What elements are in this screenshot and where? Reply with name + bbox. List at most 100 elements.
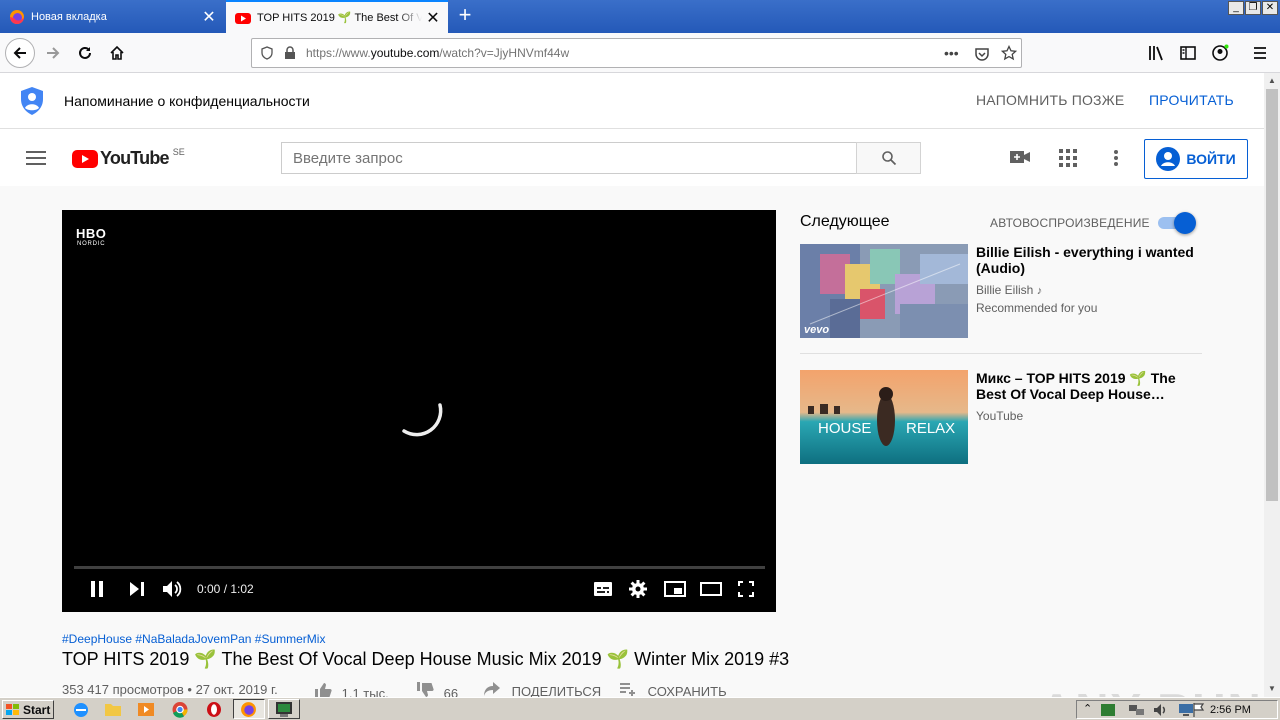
loading-spinner-icon	[402, 403, 443, 437]
chrome-icon[interactable]	[171, 701, 189, 718]
playlist-add-icon	[620, 683, 635, 696]
url-text: https://www.youtube.com/watch?v=JjyHNVmf…	[306, 46, 570, 60]
arrow-left-icon	[13, 47, 26, 59]
scroll-up-icon[interactable]: ▲	[1264, 73, 1280, 89]
video-hashtags[interactable]: #DeepHouse #NaBaladaJovemPan #SummerMix	[62, 632, 325, 646]
create-video-icon[interactable]	[1010, 150, 1030, 164]
video-thumbnail[interactable]: vevo	[800, 244, 968, 338]
forward-button[interactable]	[38, 38, 68, 68]
close-window-button[interactable]: ✕	[1262, 1, 1278, 15]
tab-new-tab[interactable]: Новая вкладка ✕	[0, 0, 224, 33]
toggle-knob	[1174, 212, 1196, 234]
network-icon[interactable]	[1101, 704, 1115, 716]
tray-expand-icon[interactable]: ⌃	[1083, 702, 1092, 715]
tab-strip: Новая вкладка ✕ TOP HITS 2019 🌱 The Best…	[0, 0, 1280, 33]
search-placeholder: Введите запрос	[293, 150, 403, 167]
channel-name[interactable]: Billie Eilish ♪	[976, 282, 1196, 299]
thumbs-up-icon	[315, 683, 332, 697]
next-icon[interactable]	[130, 582, 144, 596]
remind-later-button[interactable]: НАПОМНИТЬ ПОЗЖЕ	[976, 92, 1124, 108]
library-icon[interactable]	[1148, 45, 1166, 61]
thumbnail-text-left: HOUSE	[818, 420, 872, 437]
account-icon[interactable]	[1211, 44, 1229, 62]
youtube-icon	[235, 12, 251, 24]
tab-title: Новая вкладка	[31, 10, 107, 23]
theater-mode-icon[interactable]	[700, 582, 722, 596]
apps-grid-icon[interactable]	[1059, 149, 1077, 167]
reload-button[interactable]	[70, 38, 100, 68]
hamburger-menu-icon[interactable]	[26, 150, 46, 166]
close-tab-icon[interactable]: ✕	[198, 7, 220, 27]
home-button[interactable]	[102, 38, 132, 68]
url-bar[interactable]: https://www.youtube.com/watch?v=JjyHNVmf…	[251, 38, 1022, 68]
music-note-icon: ♪	[1036, 285, 1043, 297]
share-icon	[484, 682, 500, 696]
shield-icon[interactable]	[260, 46, 274, 60]
firefox-icon	[10, 9, 24, 24]
video-title[interactable]: Микс – TOP HITS 2019 🌱 The Best Of Vocal…	[976, 370, 1196, 402]
page-actions-icon[interactable]: •••	[944, 45, 959, 61]
subtitles-icon[interactable]	[594, 582, 612, 596]
settings-gear-icon[interactable]	[629, 580, 647, 598]
view-count-date: 353 417 просмотров • 27 окт. 2019 г.	[62, 682, 278, 697]
lock-icon[interactable]	[284, 46, 296, 60]
autoplay-label: АВТОВОСПРОИЗВЕДЕНИЕ	[990, 216, 1150, 230]
autoplay-toggle[interactable]	[1156, 212, 1196, 234]
save-button[interactable]: СОХРАНИТЬ	[620, 682, 727, 697]
search-icon	[881, 151, 896, 166]
start-button[interactable]: Start	[2, 700, 54, 719]
time-display: 0:00 / 1:02	[197, 582, 254, 596]
new-tab-button[interactable]: +	[452, 4, 478, 28]
progress-bar[interactable]	[74, 566, 765, 569]
tab-youtube[interactable]: TOP HITS 2019 🌱 The Best Of Vocal Deep H…	[226, 0, 448, 33]
display-icon[interactable]	[1179, 703, 1193, 717]
back-button[interactable]	[5, 38, 35, 68]
video-meta-row: 353 417 просмотров • 27 окт. 2019 г. 1,1…	[62, 682, 762, 697]
media-player-icon[interactable]	[137, 701, 155, 718]
sidebar-icon[interactable]	[1180, 45, 1196, 61]
like-button[interactable]: 1,1 тыс.	[314, 682, 389, 697]
close-tab-icon[interactable]: ✕	[422, 8, 444, 28]
taskbar-app-button[interactable]	[268, 699, 300, 719]
share-label: ПОДЕЛИТЬСЯ	[511, 684, 602, 697]
flag-icon[interactable]	[1193, 703, 1205, 717]
fullscreen-icon[interactable]	[738, 581, 754, 597]
folder-icon[interactable]	[104, 701, 122, 718]
minimize-button[interactable]: _	[1228, 1, 1244, 15]
channel-name[interactable]: YouTube	[976, 408, 1196, 424]
video-thumbnail[interactable]: HOUSE RELAX	[800, 370, 968, 464]
restore-button[interactable]: ❐	[1245, 1, 1261, 15]
taskbar-firefox-button[interactable]	[233, 699, 265, 719]
start-label: Start	[23, 702, 51, 717]
recommendation-note: Recommended for you	[976, 301, 1098, 315]
dislike-button[interactable]: 66	[416, 682, 458, 697]
bookmark-star-icon[interactable]	[1001, 45, 1017, 61]
speaker-icon[interactable]	[1154, 703, 1168, 717]
pause-icon[interactable]	[90, 581, 104, 597]
up-next-item[interactable]: HOUSE RELAX Микс – TOP HITS 2019 🌱 The B…	[800, 370, 1202, 464]
up-next-item[interactable]: vevo Billie Eilish - everything i wanted…	[800, 244, 1202, 338]
more-vertical-icon[interactable]	[1113, 149, 1119, 167]
opera-icon[interactable]	[205, 701, 223, 718]
miniplayer-icon[interactable]	[664, 581, 686, 597]
menu-icon[interactable]	[1252, 45, 1268, 61]
share-button[interactable]: ПОДЕЛИТЬСЯ	[484, 682, 601, 697]
scroll-down-icon[interactable]: ▼	[1264, 681, 1280, 697]
scrollbar-thumb[interactable]	[1266, 89, 1278, 501]
privacy-shield-icon	[21, 87, 43, 115]
video-info: Микс – TOP HITS 2019 🌱 The Best Of Vocal…	[976, 370, 1196, 424]
pocket-icon[interactable]	[974, 46, 990, 62]
internet-explorer-icon[interactable]	[72, 701, 90, 718]
sign-in-button[interactable]: ВОЙТИ	[1144, 139, 1248, 179]
youtube-logo[interactable]: YouTube SE	[72, 147, 185, 169]
read-button[interactable]: ПРОЧИТАТЬ	[1149, 92, 1234, 108]
video-player[interactable]: HBO NORDIC 0:00 / 1:02	[62, 210, 776, 612]
network-connections-icon[interactable]	[1129, 703, 1145, 717]
search-button[interactable]	[856, 142, 921, 174]
tab-title: TOP HITS 2019 🌱 The Best Of Vocal Deep H…	[257, 12, 422, 24]
vertical-scrollbar[interactable]: ▲ ▼	[1264, 73, 1280, 697]
search-input[interactable]: Введите запрос	[281, 142, 857, 174]
volume-icon[interactable]	[163, 580, 183, 598]
video-title[interactable]: Billie Eilish - everything i wanted (Aud…	[976, 244, 1196, 276]
logo-text: YouTube	[100, 148, 170, 168]
